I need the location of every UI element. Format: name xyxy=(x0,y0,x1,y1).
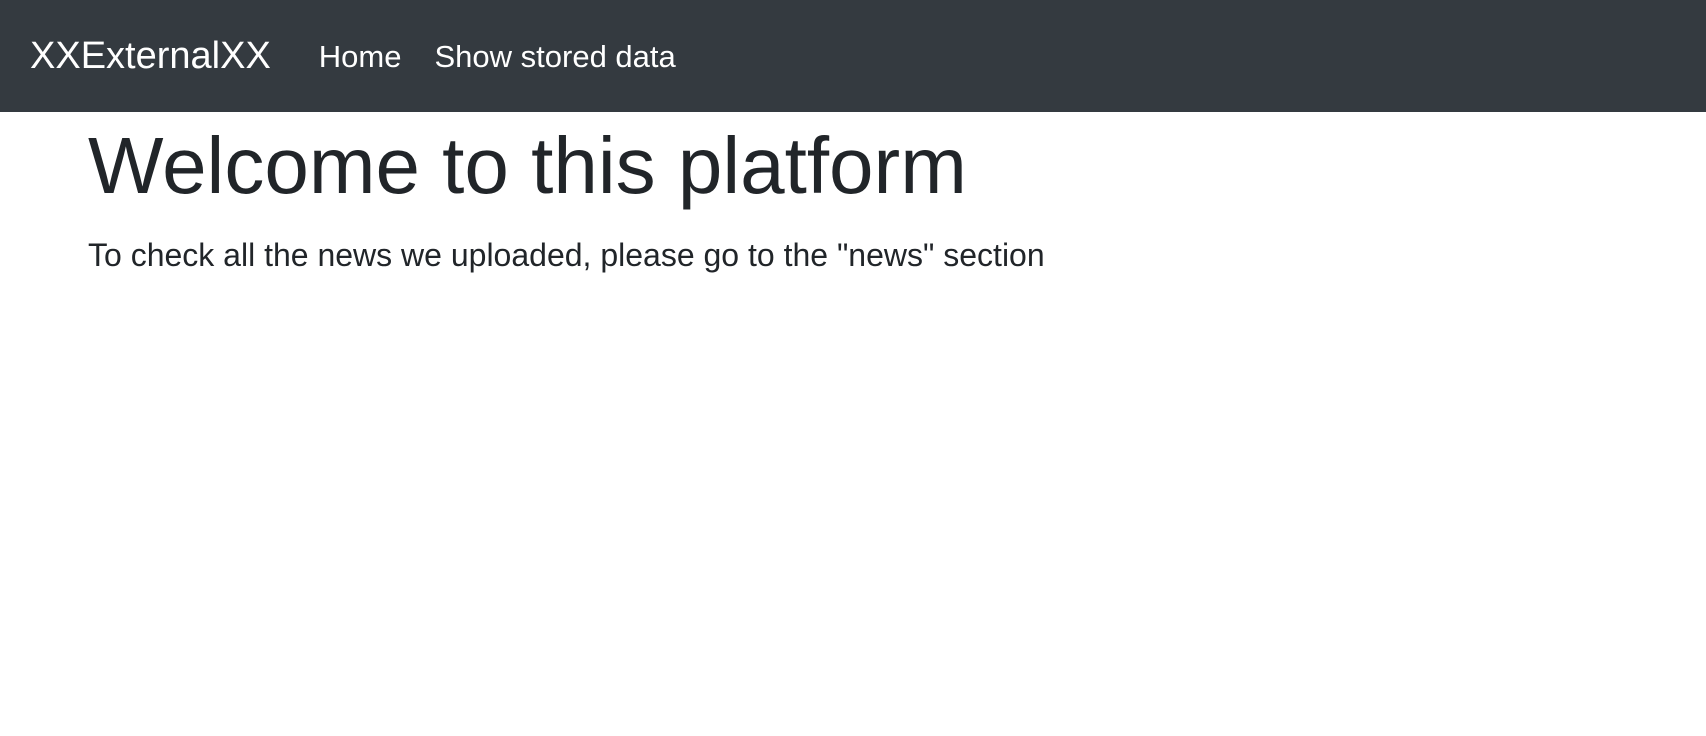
lead-text: To check all the news we uploaded, pleas… xyxy=(88,237,1045,273)
nav-link-home[interactable]: Home xyxy=(319,41,402,72)
brand-link[interactable]: XXExternalXX xyxy=(30,37,271,75)
main-content: Welcome to this platform To check all th… xyxy=(88,112,1668,274)
page-title: Welcome to this platform xyxy=(88,121,967,210)
top-navbar: XXExternalXX Home Show stored data xyxy=(0,0,1706,112)
nav-link-show-stored-data[interactable]: Show stored data xyxy=(435,41,676,72)
